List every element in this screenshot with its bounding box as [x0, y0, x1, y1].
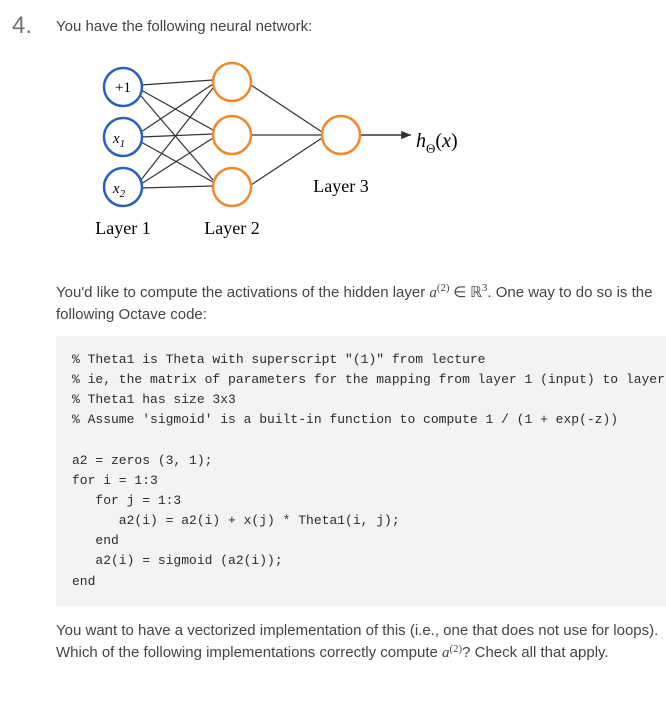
code-block: % Theta1 is Theta with superscript "(1)"… — [56, 336, 666, 606]
final-a-sup: (2) — [450, 643, 463, 655]
bias-label: +1 — [115, 80, 131, 96]
desc-in: ∈ — [449, 285, 470, 301]
final-a: a — [442, 645, 450, 661]
final-question: You want to have a vectorized implementa… — [56, 620, 666, 666]
layer2-nodes — [213, 63, 251, 206]
question-row: 4. You have the following neural network… — [12, 12, 642, 665]
neural-network-diagram: +1 x1 x2 hΘ(x) — [78, 52, 666, 259]
layer1-label: Layer 1 — [95, 218, 150, 238]
layer2-label: Layer 2 — [204, 218, 259, 238]
desc-R-sup: 3 — [482, 282, 487, 294]
final-post: ? Check all that apply. — [462, 644, 608, 661]
layer3-label: Layer 3 — [313, 176, 368, 196]
desc-a: a — [429, 285, 437, 301]
question-number: 4. — [12, 12, 40, 41]
question-body: You have the following neural network: — [56, 12, 666, 665]
edges-l2-l3 — [251, 85, 322, 185]
desc-a-sup: (2) — [437, 282, 450, 294]
question-page: 4. You have the following neural network… — [0, 0, 666, 711]
description-text: You'd like to compute the activations of… — [56, 281, 666, 327]
nn-svg: +1 x1 x2 hΘ(x) — [78, 52, 468, 252]
h-theta-label: hΘ(x) — [416, 130, 458, 156]
layer3-node — [322, 116, 360, 154]
desc-R: ℝ — [470, 285, 482, 301]
layer1-nodes: +1 x1 x2 — [104, 68, 142, 206]
edges-l1-l2 — [141, 80, 213, 188]
desc-pre: You'd like to compute the activations of… — [56, 284, 429, 301]
question-prompt: You have the following neural network: — [56, 16, 666, 38]
